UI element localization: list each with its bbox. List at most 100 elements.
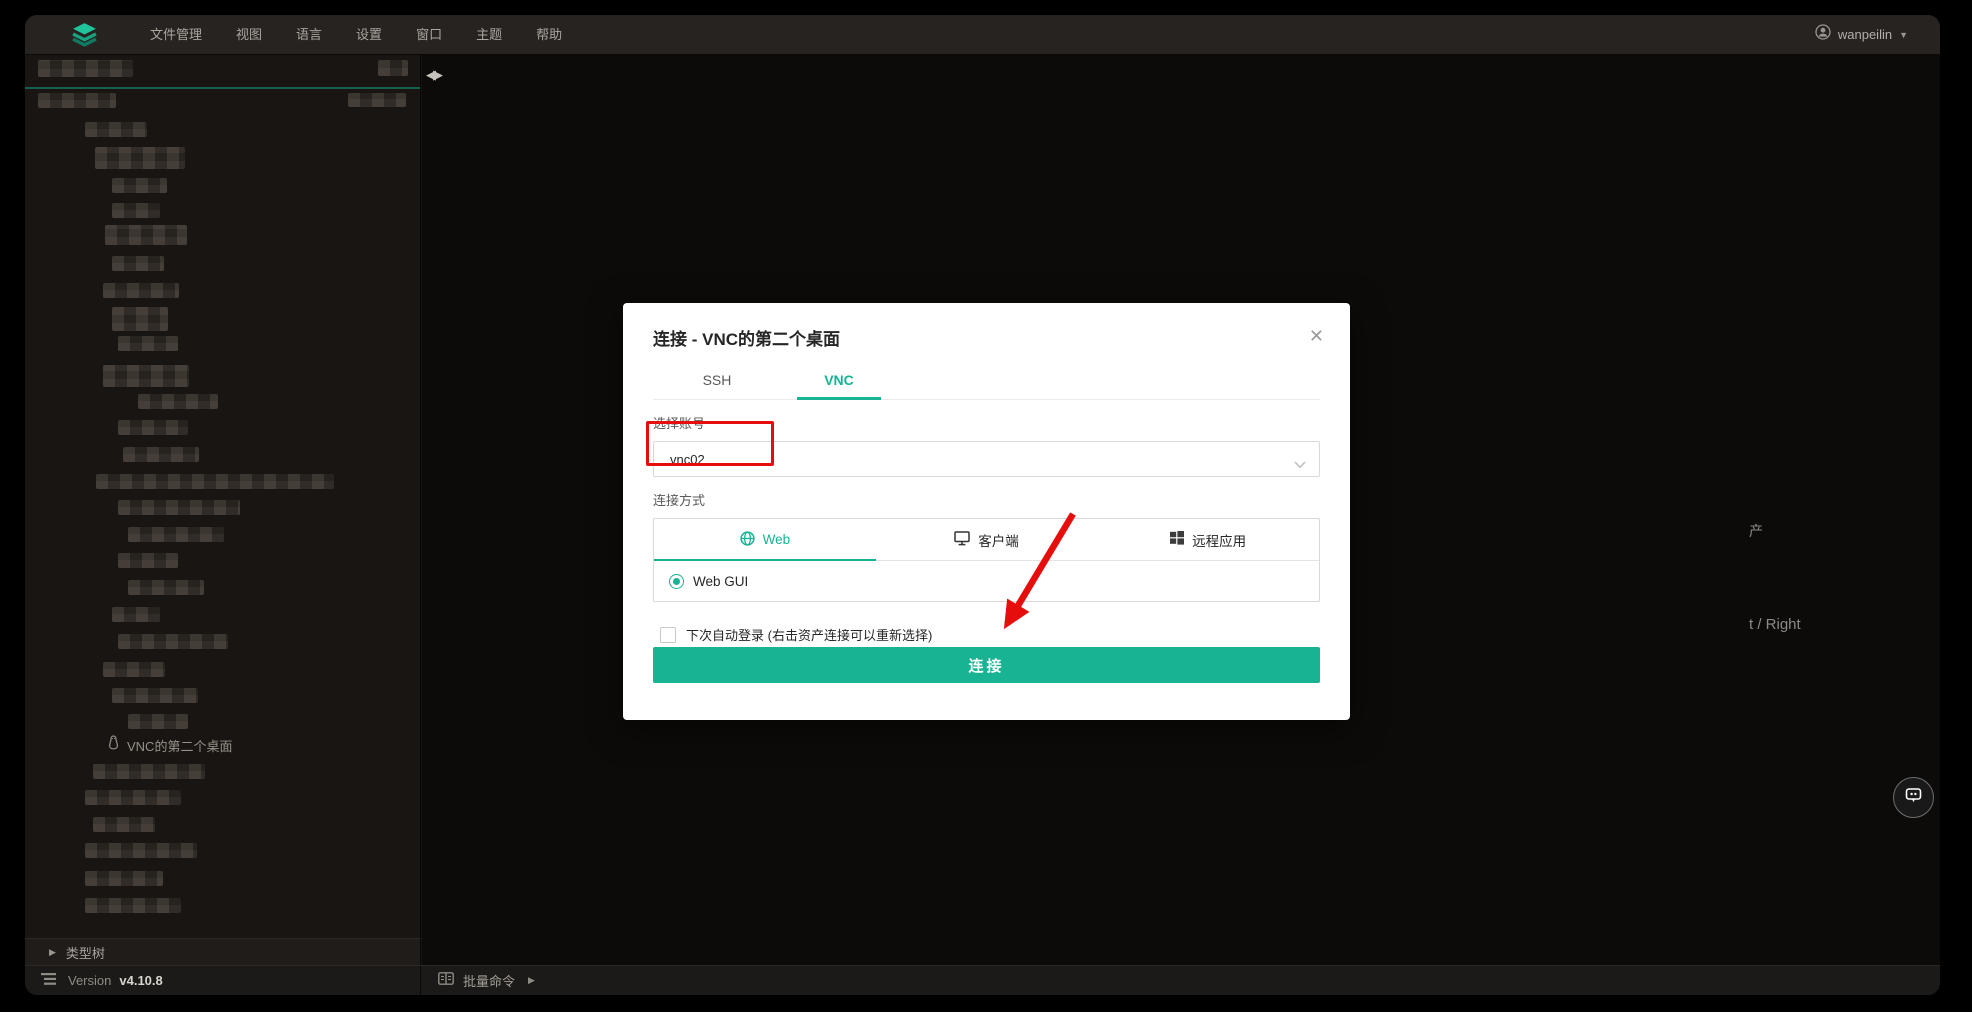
dialog-title: 连接 - VNC的第二个桌面 (653, 303, 1320, 350)
app-logo-icon[interactable] (69, 20, 99, 50)
user-menu[interactable]: wanpeilin ▼ (1815, 24, 1940, 45)
user-name: wanpeilin (1838, 27, 1892, 42)
globe-icon (740, 531, 755, 549)
redacted-row (112, 203, 160, 218)
type-tree-section[interactable]: ▶ 类型树 (25, 938, 421, 965)
windows-icon (1170, 531, 1184, 548)
version-label: Version (68, 973, 111, 988)
tab-vnc[interactable]: VNC (797, 363, 881, 399)
auto-login-checkbox[interactable] (660, 627, 676, 643)
redacted-row (112, 307, 168, 331)
app-window: 文件管理 视图 语言 设置 窗口 主题 帮助 wanpeilin ▼ (25, 15, 1940, 995)
redacted-row (103, 662, 165, 677)
version-value: v4.10.8 (119, 973, 162, 988)
tab-remote-app-label: 远程应用 (1192, 530, 1246, 550)
list-icon (41, 972, 56, 990)
batch-command-button[interactable]: 批量命令 ▶ (421, 971, 535, 990)
method-label: 连接方式 (653, 490, 1320, 509)
tab-remote-app[interactable]: 远程应用 (1097, 519, 1319, 560)
main-menu: 文件管理 视图 语言 设置 窗口 主题 帮助 (133, 15, 579, 55)
tab-ssh[interactable]: SSH (675, 363, 759, 399)
redacted-row (93, 817, 155, 832)
background-text-fragment: 产 (1749, 521, 1763, 541)
redacted-row (85, 898, 181, 913)
redacted-row (105, 225, 187, 245)
tab-client-label: 客户端 (978, 530, 1019, 550)
menu-bar: 文件管理 视图 语言 设置 窗口 主题 帮助 wanpeilin ▼ (25, 15, 1940, 55)
connect-button[interactable]: 连接 (653, 647, 1320, 683)
tab-web-label: Web (763, 532, 791, 547)
redacted-row (85, 871, 163, 886)
auto-login-row: 下次自动登录 (右击资产连接可以重新选择) (653, 625, 1320, 644)
status-bar: Version v4.10.8 批量命令 ▶ (25, 965, 1940, 995)
sidebar-active-underline (25, 87, 420, 89)
redacted-row (85, 122, 147, 137)
monitor-icon (954, 531, 970, 549)
auto-login-label[interactable]: 下次自动登录 (右击资产连接可以重新选择) (686, 625, 932, 644)
webgui-radio-label: Web GUI (693, 574, 748, 589)
redacted-row (118, 420, 188, 435)
chevron-down-icon: ▼ (1899, 30, 1908, 40)
batch-command-icon (438, 972, 454, 990)
redacted-row (85, 790, 181, 805)
method-tabs: Web 客户端 (654, 519, 1319, 561)
account-label: 选择账号 (653, 413, 1320, 432)
background-text-fragment: t / Right (1749, 616, 1801, 633)
redacted-row (118, 553, 178, 568)
chevron-right-icon: ▶ (528, 975, 535, 986)
webgui-radio-option[interactable]: Web GUI (654, 561, 1319, 601)
redacted-row (123, 447, 199, 462)
redacted-row (348, 93, 406, 107)
tab-client[interactable]: 客户端 (876, 519, 1098, 560)
redacted-row (38, 60, 133, 77)
redacted-row (128, 580, 204, 595)
redacted-row (138, 394, 218, 409)
feedback-chat-button[interactable] (1893, 777, 1934, 818)
redacted-row (93, 764, 205, 779)
redacted-row (103, 365, 189, 387)
tab-web[interactable]: Web (654, 519, 876, 560)
redacted-row (128, 527, 224, 542)
menu-window[interactable]: 窗口 (399, 15, 459, 55)
type-tree-label: 类型树 (66, 943, 105, 962)
redacted-row (128, 714, 188, 729)
menu-theme[interactable]: 主题 (459, 15, 519, 55)
menu-settings[interactable]: 设置 (339, 15, 399, 55)
panel-collapse-handle[interactable]: ◀▶ (426, 67, 440, 83)
close-icon[interactable]: ✕ (1309, 327, 1324, 345)
radio-selected-icon (669, 574, 684, 589)
menu-language[interactable]: 语言 (279, 15, 339, 55)
redacted-row (118, 500, 240, 515)
chevron-down-icon (1294, 456, 1306, 474)
account-select[interactable]: vnc02 (653, 441, 1320, 477)
redacted-row (103, 283, 179, 298)
batch-command-label: 批量命令 (463, 971, 515, 990)
redacted-row (96, 474, 334, 489)
account-selected-value: vnc02 (670, 452, 705, 467)
redacted-row (118, 634, 228, 649)
chat-bubble-icon (1903, 785, 1924, 811)
redacted-row (378, 60, 408, 76)
connection-method-box: Web 客户端 (653, 518, 1320, 602)
redacted-row (112, 178, 167, 193)
protocol-tabs: SSH VNC (653, 363, 1320, 400)
user-icon (1815, 24, 1831, 45)
menu-view[interactable]: 视图 (219, 15, 279, 55)
version-section: Version v4.10.8 (25, 966, 421, 995)
redacted-row (112, 607, 160, 622)
chevron-right-icon: ▶ (49, 947, 56, 958)
active-tab-underline (654, 559, 876, 562)
sidebar-item-label: VNC的第二个桌面 (127, 736, 232, 755)
menu-file-management[interactable]: 文件管理 (133, 15, 219, 55)
redacted-row (85, 843, 197, 858)
menu-help[interactable]: 帮助 (519, 15, 579, 55)
asset-tree-sidebar: VNC的第二个桌面 (25, 55, 421, 938)
redacted-row (95, 147, 185, 169)
connect-dialog: 连接 - VNC的第二个桌面 ✕ SSH VNC 选择账号 vnc02 连接方式 (623, 303, 1350, 720)
redacted-row (38, 93, 116, 108)
redacted-row (118, 336, 178, 351)
redacted-row (112, 688, 198, 703)
sidebar-item-vnc-desktop[interactable]: VNC的第二个桌面 (25, 733, 420, 757)
linux-asset-icon (107, 735, 120, 755)
redacted-row (112, 256, 164, 271)
